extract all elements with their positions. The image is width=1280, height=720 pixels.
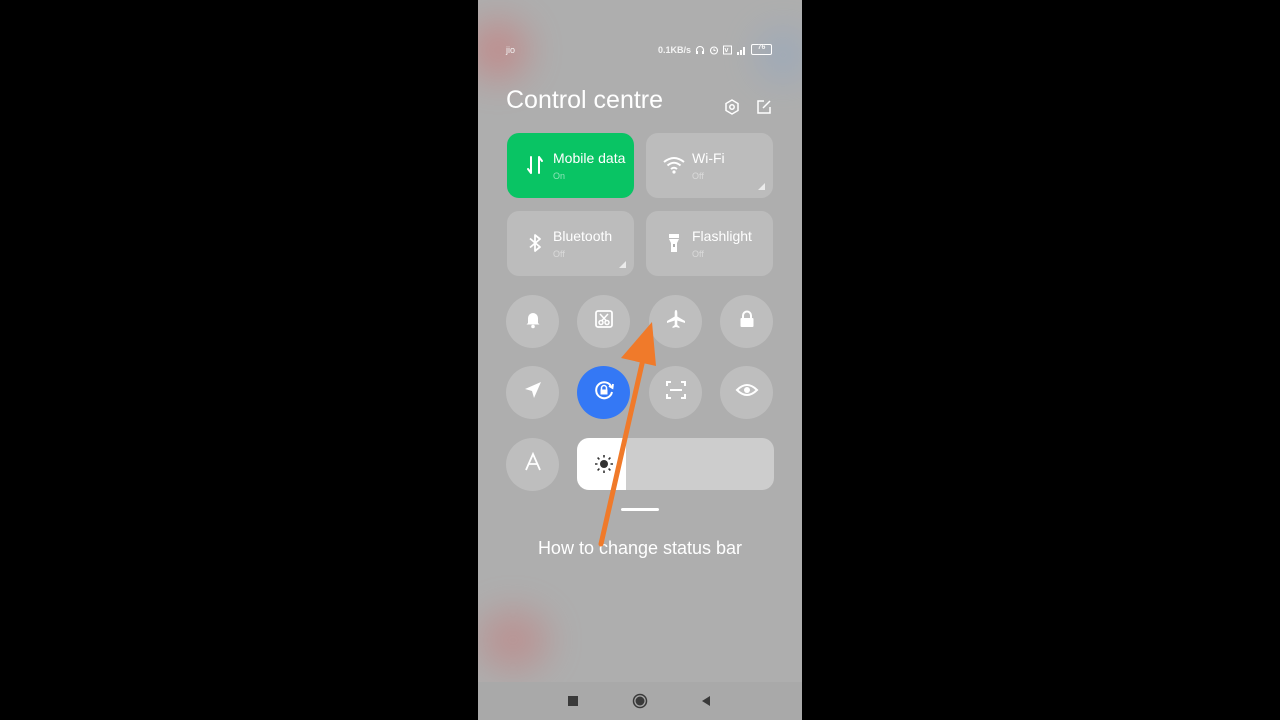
airplane-toggle[interactable] <box>649 295 702 348</box>
tile-flashlight[interactable]: Flashlight Off <box>646 211 773 276</box>
brightness-slider[interactable] <box>577 438 774 490</box>
tile-state: Off <box>692 171 704 181</box>
auto-brightness-toggle[interactable] <box>506 438 559 491</box>
lock-icon <box>737 309 757 334</box>
headphones-icon <box>695 45 705 55</box>
bell-icon <box>523 309 543 334</box>
volte-icon: V <box>723 45 732 55</box>
location-toggle[interactable] <box>506 366 559 419</box>
recents-icon[interactable] <box>565 693 581 709</box>
silent-toggle[interactable] <box>506 295 559 348</box>
location-icon <box>523 380 543 405</box>
background-blur <box>478 610 548 670</box>
tile-label: Wi-Fi <box>692 150 725 166</box>
network-speed: 0.1KB/s <box>657 44 691 55</box>
tile-state: On <box>553 171 566 181</box>
battery-icon: 76 <box>751 44 772 55</box>
flashlight-icon <box>662 231 686 255</box>
mobile-data-icon <box>523 153 547 177</box>
rotation-lock-toggle[interactable] <box>577 366 630 419</box>
tile-wifi[interactable]: Wi-Fi Off <box>646 133 773 198</box>
alarm-icon <box>709 45 719 55</box>
tile-state: Off <box>553 249 565 259</box>
scan-icon <box>665 379 687 406</box>
carrier-label: jio <box>506 45 516 55</box>
scan-toggle[interactable] <box>649 366 702 419</box>
drag-handle[interactable] <box>621 508 659 511</box>
expand-corner-icon <box>758 183 765 190</box>
caption-text: How to change status bar <box>537 538 743 558</box>
lock-toggle[interactable] <box>720 295 773 348</box>
screenshot-icon <box>594 309 614 334</box>
auto-brightness-icon <box>523 451 543 477</box>
tile-state: Off <box>692 249 704 259</box>
tile-mobile-data[interactable]: Mobile data On <box>507 133 634 198</box>
rotation-lock-icon <box>592 378 616 407</box>
expand-corner-icon <box>619 261 626 268</box>
wifi-icon <box>662 153 686 177</box>
svg-text:V: V <box>725 48 729 54</box>
sun-icon <box>594 454 614 479</box>
tile-label: Bluetooth <box>553 228 613 244</box>
battery-level: 76 <box>757 44 766 51</box>
signal-icon <box>736 45 747 55</box>
airplane-icon <box>665 308 687 335</box>
settings-icon[interactable] <box>723 98 741 116</box>
edit-icon[interactable] <box>755 98 773 116</box>
tile-label: Flashlight <box>692 228 752 244</box>
home-icon[interactable] <box>632 693 648 709</box>
back-icon[interactable] <box>698 693 714 709</box>
tile-bluetooth[interactable]: Bluetooth Off <box>507 211 634 276</box>
eye-icon <box>735 378 759 407</box>
screenshot-toggle[interactable] <box>577 295 630 348</box>
reading-mode-toggle[interactable] <box>720 366 773 419</box>
bluetooth-icon <box>523 231 547 255</box>
phone-screen: jio 0.1KB/s V 76 Control centre Mobile d… <box>478 0 802 720</box>
page-title: Control centre <box>506 86 664 114</box>
tile-label: Mobile data <box>553 150 626 166</box>
navigation-bar <box>478 682 802 720</box>
status-bar: jio 0.1KB/s V 76 <box>506 44 772 58</box>
